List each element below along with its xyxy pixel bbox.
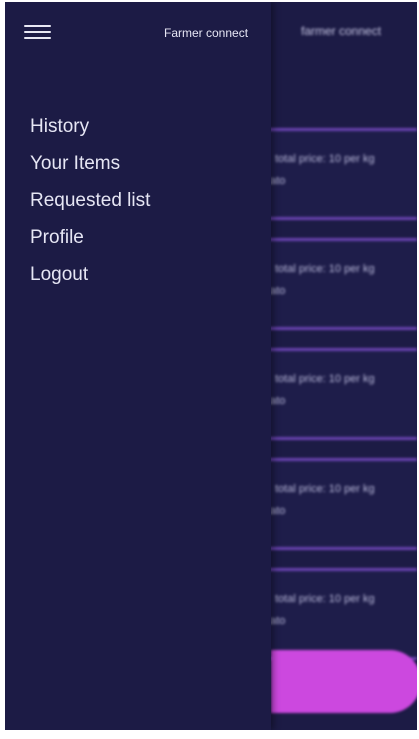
drawer-item-your-items[interactable]: Your Items (30, 151, 150, 188)
item-price: total price: 10 per kg (275, 483, 375, 495)
item-price: total price: 10 per kg (275, 593, 375, 605)
app-title: Farmer connect (164, 26, 249, 40)
background-title: farmer connect (301, 24, 382, 38)
item-price: total price: 10 per kg (275, 373, 375, 385)
drawer-menu: History Your Items Requested list Profil… (30, 114, 150, 299)
item-price: total price: 10 per kg (275, 153, 375, 165)
navigation-drawer: Farmer connect History Your Items Reques… (5, 2, 271, 730)
hamburger-menu-icon[interactable] (24, 25, 51, 43)
action-button[interactable] (271, 650, 417, 713)
drawer-item-logout[interactable]: Logout (30, 262, 150, 299)
item-price: total price: 10 per kg (275, 263, 375, 275)
app-screen: farmer connect total price: 10 per kg ta… (5, 2, 417, 730)
drawer-item-profile[interactable]: Profile (30, 225, 150, 262)
drawer-item-requested-list[interactable]: Requested list (30, 188, 150, 225)
drawer-item-history[interactable]: History (30, 114, 150, 151)
